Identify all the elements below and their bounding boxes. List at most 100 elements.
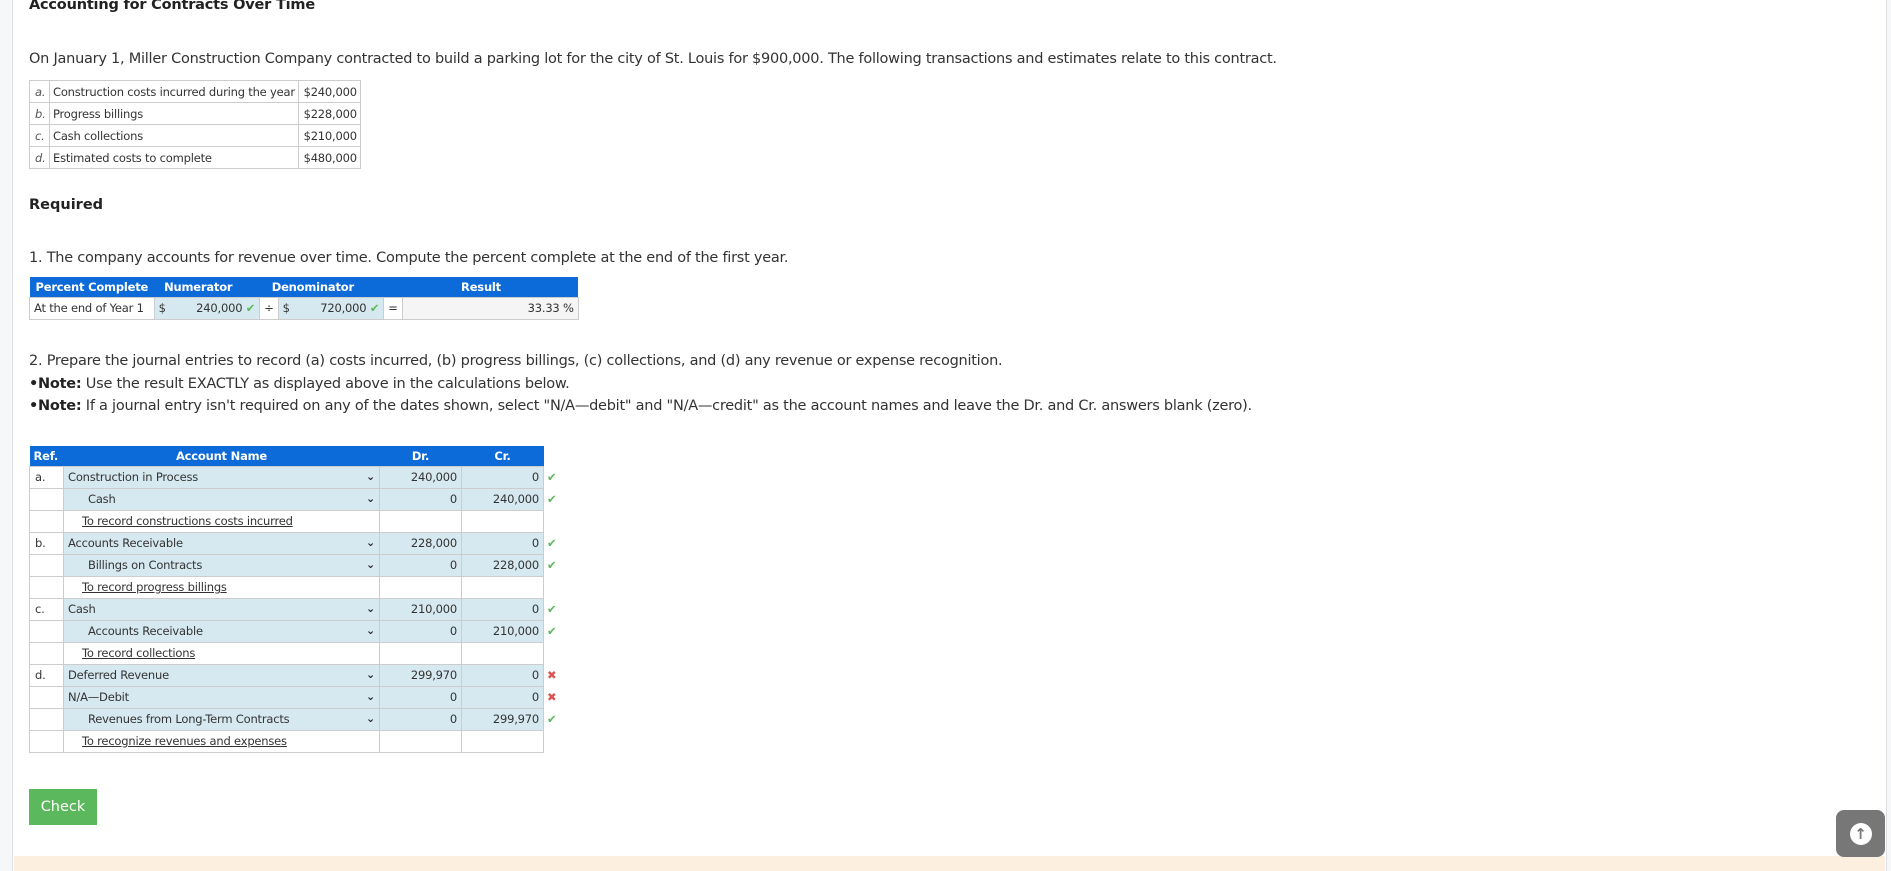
credit-input[interactable]: 210,000 (461, 619, 544, 643)
credit-input[interactable]: 299,970 (461, 707, 544, 731)
debit-input[interactable]: 0 (379, 487, 462, 511)
account-select[interactable]: Deferred Revenue ⌄ (63, 663, 380, 687)
note-text: If a journal entry isn't required on any… (81, 398, 1252, 414)
debit-input[interactable]: 0 (379, 619, 462, 643)
intro-text: On January 1, Miller Construction Compan… (29, 51, 1277, 67)
left-panel-edge (0, 0, 13, 871)
account-select[interactable]: Revenues from Long-Term Contracts ⌄ (63, 707, 380, 731)
header-percent-complete: Percent Complete (29, 277, 155, 297)
account-name: Revenues from Long-Term Contracts (88, 712, 290, 726)
account-select[interactable]: Billings on Contracts ⌄ (63, 553, 380, 577)
debit-input[interactable]: 0 (379, 685, 462, 709)
description-text: To record progress billings (82, 580, 227, 594)
numerator-value: 240,000 (196, 301, 243, 315)
given-ref: d. (29, 146, 50, 169)
credit-input[interactable]: 0 (461, 663, 544, 687)
debit-input[interactable]: 0 (379, 553, 462, 577)
journal-row: d. Deferred Revenue ⌄ 299,970 0 ✖ (29, 663, 562, 687)
percent-row: At the end of Year 1 $ 240,000 ✔ ÷ $ 720… (29, 296, 579, 320)
check-button[interactable]: Check (29, 789, 97, 825)
page-title: Accounting for Contracts Over Time (29, 0, 315, 13)
account-select[interactable]: Accounts Receivable ⌄ (63, 531, 380, 555)
given-row: c. Cash collections $210,000 (29, 124, 361, 147)
scrollbar-track[interactable] (1886, 0, 1891, 871)
debit-input[interactable]: 210,000 (379, 597, 462, 621)
given-amount: $228,000 (297, 102, 361, 125)
denominator-value: 720,000 (320, 301, 367, 315)
numerator-input[interactable]: 240,000 ✔ (169, 296, 261, 320)
ref-cell (29, 729, 64, 753)
account-name: Deferred Revenue (68, 668, 169, 682)
correct-check-icon: ✔ (547, 712, 557, 726)
divide-sign: ÷ (259, 296, 279, 320)
ref-cell (29, 619, 64, 643)
debit-input[interactable]: 228,000 (379, 531, 462, 555)
question-1-text: 1. The company accounts for revenue over… (29, 250, 789, 266)
given-row: a. Construction costs incurred during the… (29, 80, 361, 103)
result-value: 33.33 % (401, 296, 579, 320)
denominator-input[interactable]: 720,000 ✔ (293, 296, 385, 320)
ref-cell: c. (29, 597, 64, 621)
note-label: Note: (38, 375, 82, 392)
credit-input[interactable]: 0 (461, 465, 544, 489)
ref-cell (29, 553, 64, 577)
debit-input[interactable]: 299,970 (379, 663, 462, 687)
debit-input[interactable]: 0 (379, 707, 462, 731)
account-select[interactable]: N/A—Debit ⌄ (63, 685, 380, 709)
entry-description: To recognize revenues and expenses (63, 729, 380, 753)
credit-input[interactable]: 0 (461, 597, 544, 621)
denominator-currency: $ (277, 296, 294, 320)
credit-input[interactable]: 240,000 (461, 487, 544, 511)
given-data-table: a. Construction costs incurred during the… (29, 80, 361, 169)
account-name: Cash (88, 492, 116, 506)
journal-row: Billings on Contracts ⌄ 0 228,000 ✔ (29, 553, 562, 577)
journal-row: Cash ⌄ 0 240,000 ✔ (29, 487, 562, 511)
credit-input[interactable]: 0 (461, 685, 544, 709)
account-name: Cash (68, 602, 96, 616)
ref-cell (29, 575, 64, 599)
header-dr: Dr. (379, 446, 462, 466)
chevron-down-icon: ⌄ (365, 689, 375, 703)
given-ref: c. (29, 124, 50, 147)
given-label: Construction costs incurred during the y… (49, 80, 299, 103)
bullet: • (29, 398, 39, 414)
account-select[interactable]: Cash ⌄ (63, 597, 380, 621)
note-2: •Note: If a journal entry isn't required… (29, 395, 1252, 418)
description-text: To recognize revenues and expenses (82, 734, 287, 748)
entry-description: To record constructions costs incurred (63, 509, 380, 533)
given-label: Progress billings (49, 102, 299, 125)
debit-input[interactable]: 240,000 (379, 465, 462, 489)
footer-band (14, 856, 1885, 871)
account-select[interactable]: Cash ⌄ (63, 487, 380, 511)
equals-sign: = (383, 296, 403, 320)
given-row: b. Progress billings $228,000 (29, 102, 361, 125)
chevron-down-icon: ⌄ (365, 469, 375, 483)
correct-check-icon: ✔ (547, 536, 557, 550)
given-label: Cash collections (49, 124, 299, 147)
entry-description: To record collections (63, 641, 380, 665)
given-row: d. Estimated costs to complete $480,000 (29, 146, 361, 169)
ref-cell (29, 509, 64, 533)
header-numerator: Numerator (154, 277, 260, 297)
header-result: Result (383, 277, 579, 297)
account-select[interactable]: Construction in Process ⌄ (63, 465, 380, 489)
credit-input[interactable]: 0 (461, 531, 544, 555)
entry-description: To record progress billings (63, 575, 380, 599)
arrow-up-icon: ↑ (1849, 822, 1872, 845)
correct-check-icon: ✔ (547, 624, 557, 638)
given-ref: b. (29, 102, 50, 125)
chevron-down-icon: ⌄ (365, 667, 375, 681)
note-1: •Note: Use the result EXACTLY as display… (29, 373, 1252, 396)
ref-cell: b. (29, 531, 64, 555)
correct-check-icon: ✔ (245, 301, 256, 315)
scroll-to-top-button[interactable]: ↑ (1836, 810, 1885, 857)
correct-check-icon: ✔ (547, 602, 557, 616)
journal-description-row: To record progress billings (29, 575, 562, 599)
ref-cell (29, 487, 64, 511)
account-select[interactable]: Accounts Receivable ⌄ (63, 619, 380, 643)
credit-input[interactable]: 228,000 (461, 553, 544, 577)
journal-row: N/A—Debit ⌄ 0 0 ✖ (29, 685, 562, 709)
ref-cell (29, 707, 64, 731)
correct-check-icon: ✔ (547, 470, 557, 484)
note-label: Note: (38, 398, 82, 414)
